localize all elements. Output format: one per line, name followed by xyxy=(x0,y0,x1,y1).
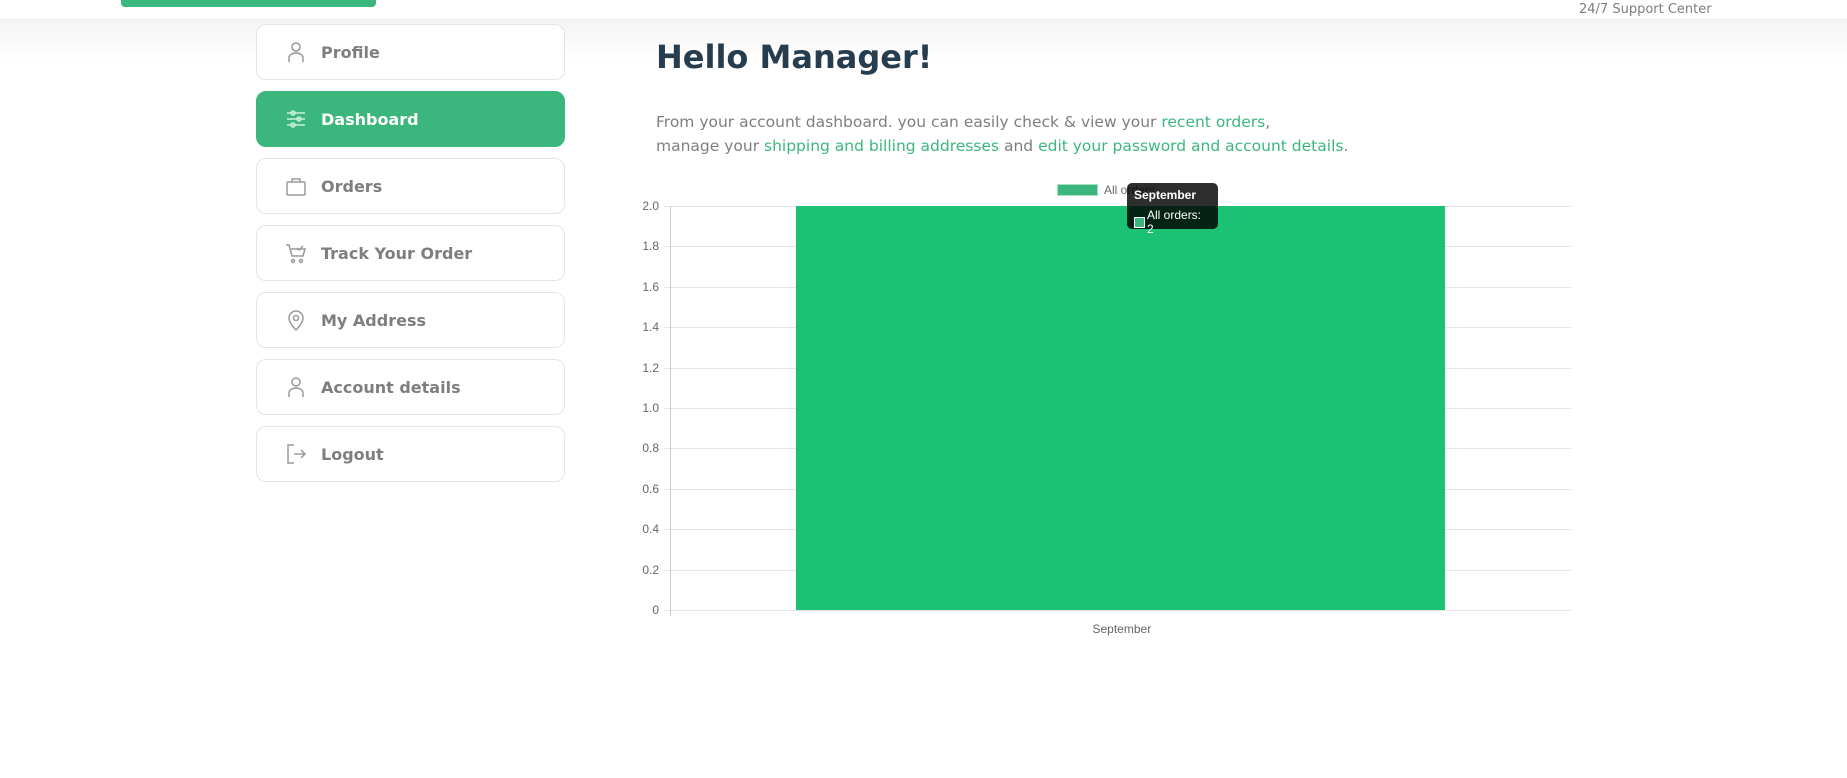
legend-swatch[interactable] xyxy=(1057,184,1098,196)
sidebar-item-label: My Address xyxy=(321,310,426,330)
y-axis xyxy=(670,206,671,616)
grid-line xyxy=(664,610,1571,611)
intro-text-1: From your account dashboard. you can eas… xyxy=(656,113,1162,131)
cart-check-icon xyxy=(286,244,306,264)
x-tick-label: September xyxy=(1092,622,1152,636)
map-pin-icon xyxy=(288,310,304,331)
header-button[interactable] xyxy=(121,0,376,7)
site-header: 24/7 Support Center xyxy=(0,0,1847,20)
sidebar-item-logout[interactable]: Logout xyxy=(256,426,565,482)
user-icon xyxy=(288,377,304,397)
y-tick-label: 0.2 xyxy=(642,562,659,577)
chart-tooltip: September All orders: 2 xyxy=(1127,183,1218,236)
sliders-icon xyxy=(287,110,305,128)
account-details-link[interactable]: edit your password and account details xyxy=(1038,137,1343,155)
intro-text-2: , xyxy=(1265,113,1271,131)
addresses-link[interactable]: shipping and billing addresses xyxy=(764,137,999,155)
bar[interactable] xyxy=(796,206,1445,610)
sidebar-item-label: Account details xyxy=(321,377,461,397)
y-tick-label: 0.8 xyxy=(642,441,659,456)
sidebar-item-label: Track Your Order xyxy=(321,243,473,263)
y-tick-label: 2.0 xyxy=(642,199,659,213)
tooltip-swatch xyxy=(1134,216,1145,228)
y-tick-label: 1.8 xyxy=(642,239,659,254)
logout-icon xyxy=(287,444,307,464)
sidebar-item-label: Profile xyxy=(321,42,380,62)
intro-text-4: and xyxy=(999,137,1039,155)
tooltip-label: All orders: 2 xyxy=(1147,208,1202,236)
sidebar-item-profile[interactable]: Profile xyxy=(256,24,565,80)
sidebar-item-orders[interactable]: Orders xyxy=(256,158,565,214)
page-title: Hello Manager! xyxy=(656,38,933,76)
sidebar-item-dashboard[interactable]: Dashboard xyxy=(256,91,565,147)
bag-icon xyxy=(286,178,306,196)
y-tick-label: 1.2 xyxy=(642,360,659,375)
intro-text-5: . xyxy=(1343,137,1349,155)
sidebar-item-account-details[interactable]: Account details xyxy=(256,359,565,415)
y-tick-label: 1.0 xyxy=(642,401,659,415)
support-center-text: 24/7 Support Center xyxy=(1579,2,1712,17)
y-tick-label: 0.4 xyxy=(642,522,659,537)
intro-text-3: manage your xyxy=(656,137,765,155)
recent-orders-link[interactable]: recent orders xyxy=(1161,113,1265,131)
y-tick-label: 1.4 xyxy=(642,320,659,335)
tooltip-title: September xyxy=(1134,188,1197,202)
intro-text: From your account dashboard. you can eas… xyxy=(656,110,1348,158)
y-tick-label: 0 xyxy=(652,603,659,617)
sidebar-item-label: Logout xyxy=(321,444,384,464)
sidebar-item-track-your-order[interactable]: Track Your Order xyxy=(256,225,565,281)
sidebar-item-label: Dashboard xyxy=(321,109,419,129)
sidebar-item-my-address[interactable]: My Address xyxy=(256,292,565,348)
y-tick-label: 0.6 xyxy=(642,481,659,496)
user-icon xyxy=(288,42,304,62)
y-tick-label: 1.6 xyxy=(642,279,659,294)
sidebar-item-label: Orders xyxy=(321,176,383,196)
